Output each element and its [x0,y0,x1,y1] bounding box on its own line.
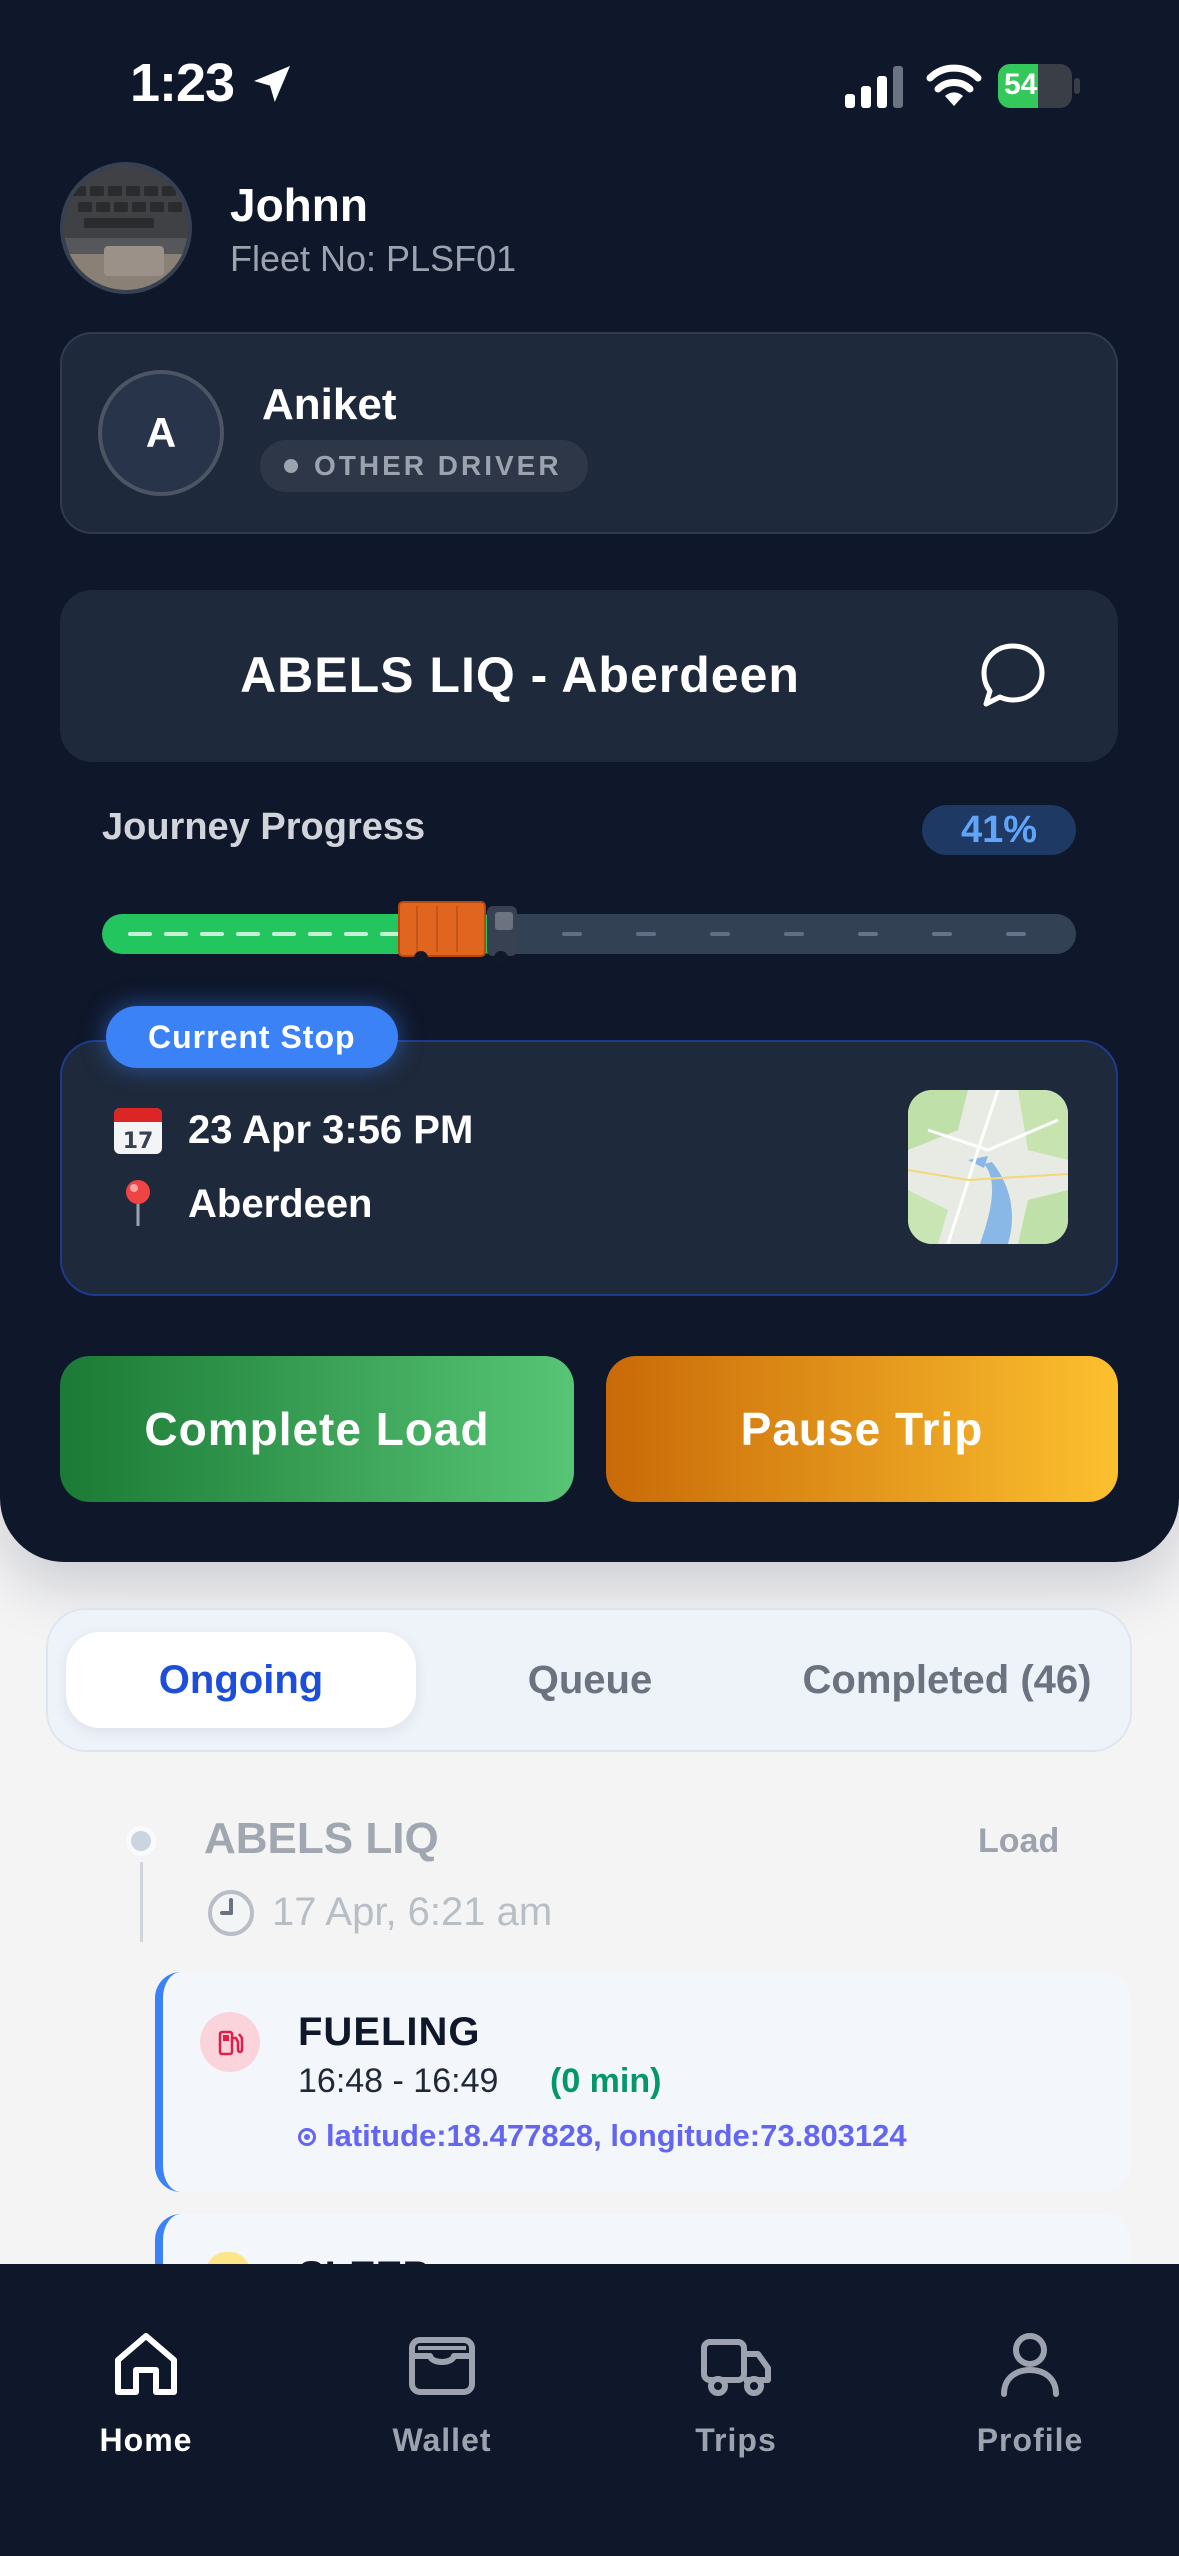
current-stop-place: Aberdeen [188,1182,373,1226]
driver-role-text: OTHER DRIVER [314,450,562,481]
journey-progress-bar [102,914,1076,954]
nav-trips-label: Trips [695,2422,777,2458]
home-icon [115,2333,177,2395]
driver-avatar: A [98,370,224,496]
current-stop-badge: Current Stop [106,1006,398,1068]
journey-progress-label: Journey Progress [102,806,426,848]
route-title: ABELS LIQ - Aberdeen [240,647,800,703]
journey-progress-percent: 41% [922,805,1076,855]
progress-dash [784,932,804,936]
nav-wallet-label: Wallet [392,2422,492,2458]
status-time: 1:23 [130,53,235,113]
map-thumbnail[interactable] [908,1090,1068,1244]
truck-icon [701,2339,771,2396]
progress-dash [236,932,260,936]
location-arrow-icon [254,66,290,102]
battery-indicator: 54 [998,64,1080,108]
timeline-dot [126,1826,156,1856]
timeline-stop-title: ABELS LIQ [204,1814,439,1863]
progress-dash [164,932,188,936]
timeline-stop-date: 17 Apr, 6:21 am [272,1890,553,1934]
avatar[interactable] [60,162,192,294]
timeline-stop-type: Load [978,1822,1060,1860]
progress-dash [308,932,332,936]
progress-dash [128,932,152,936]
wallet-icon [409,2337,475,2395]
tab-ongoing[interactable]: Ongoing [66,1654,416,1706]
driver-name: Aniket [262,380,397,429]
nav-profile[interactable]: Profile [940,2326,1120,2459]
event-duration: (0 min) [550,2062,662,2100]
clock-icon [208,1890,254,1936]
complete-load-button[interactable]: Complete Load [60,1356,574,1502]
driver-role-badge: OTHER DRIVER [260,440,588,492]
coordinate-icon [298,2128,316,2146]
nav-profile-label: Profile [976,2422,1084,2458]
truck-progress-marker [398,901,517,965]
event-coordinates: latitude:18.477828, longitude:73.803124 [326,2118,907,2153]
chat-bubble-icon[interactable] [976,640,1050,712]
nav-home-label: Home [99,2422,193,2458]
tab-queue[interactable]: Queue [490,1654,690,1706]
tab-completed[interactable]: Completed (46) [772,1654,1122,1706]
calendar-icon: 17 [114,1108,162,1154]
progress-dash [344,932,368,936]
progress-dash [272,932,296,936]
fleet-number: Fleet No: PLSF01 [230,238,517,279]
nav-trips[interactable]: Trips [646,2326,826,2459]
current-stop-date: 23 Apr 3:56 PM [188,1108,474,1152]
nav-home[interactable]: Home [56,2326,236,2459]
nav-wallet[interactable]: Wallet [352,2326,532,2459]
map-pin-icon [126,1180,150,1226]
person-icon [1001,2333,1059,2397]
cellular-signal-icon [845,66,903,108]
progress-dash [1006,932,1026,936]
event-time: 16:48 - 16:49 [298,2062,499,2100]
wifi-icon [926,64,982,106]
progress-dash [858,932,878,936]
badge-dot [284,459,298,473]
svg-text:17: 17 [123,1129,154,1154]
event-title: FUELING [298,2010,481,2054]
battery-level-text: 54 [1004,68,1038,101]
progress-dash [710,932,730,936]
progress-dash [932,932,952,936]
user-name: Johnn [230,179,368,231]
progress-dash [636,932,656,936]
progress-dash [200,932,224,936]
pause-trip-button[interactable]: Pause Trip [606,1356,1118,1502]
fuel-pump-icon [200,2012,260,2072]
timeline-line [140,1862,143,1942]
progress-dash [562,932,582,936]
